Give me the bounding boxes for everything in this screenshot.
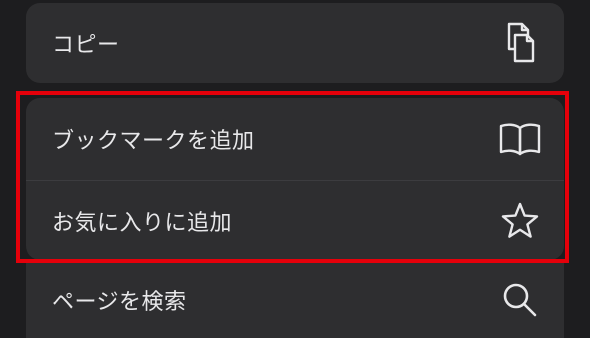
- share-menu: コピー ブックマークを追加 お気に入りに追加 ページを検索: [0, 0, 590, 338]
- find-group: ページを検索: [26, 262, 564, 338]
- book-icon: [498, 117, 542, 161]
- add-favorite-menu-item[interactable]: お気に入りに追加: [26, 181, 564, 260]
- find-on-page-menu-item[interactable]: ページを検索: [26, 262, 564, 338]
- star-icon: [498, 199, 542, 243]
- copy-label: コピー: [52, 33, 120, 58]
- copy-icon: [498, 21, 542, 65]
- search-icon: [498, 278, 542, 322]
- copy-menu-item[interactable]: コピー: [26, 3, 564, 83]
- copy-group: コピー: [26, 3, 564, 83]
- add-favorite-label: お気に入りに追加: [52, 210, 233, 236]
- find-on-page-label: ページを検索: [52, 290, 187, 315]
- add-bookmark-menu-item[interactable]: ブックマークを追加: [26, 98, 564, 180]
- bookmark-group: ブックマークを追加 お気に入りに追加: [26, 98, 564, 260]
- add-bookmark-label: ブックマークを追加: [52, 129, 255, 154]
